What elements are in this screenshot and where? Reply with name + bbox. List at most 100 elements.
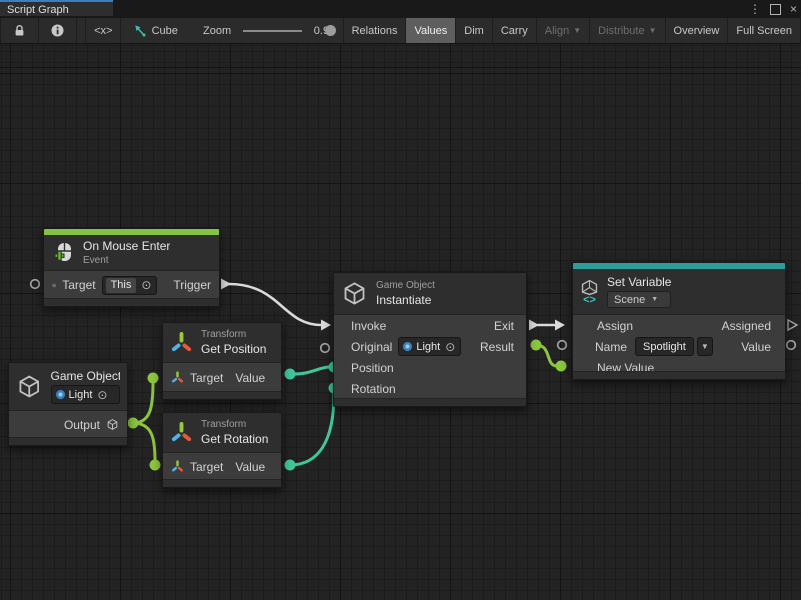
invoke-port-label: Invoke — [351, 319, 386, 333]
dim-button[interactable]: Dim — [456, 18, 493, 43]
inspect-button[interactable] — [39, 18, 77, 43]
variable-name-chip[interactable]: Spotlight — [635, 337, 694, 356]
assign-port-label: Assign — [597, 319, 633, 333]
graph-canvas[interactable]: On Mouse Enter Event Target This ⊙ Trigg… — [0, 44, 801, 600]
transform-icon — [170, 331, 193, 354]
code-preview-button[interactable]: <x> — [85, 18, 121, 43]
tab-script-graph[interactable]: Script Graph — [0, 0, 113, 16]
original-port-label: Original — [351, 340, 392, 354]
align-button[interactable]: Align▼ — [537, 18, 590, 43]
node-title: Get Position — [201, 342, 266, 356]
object-picker-icon[interactable]: ⊙ — [139, 279, 153, 291]
node-title: On Mouse Enter — [83, 239, 170, 253]
port-invoke-in[interactable] — [321, 320, 331, 331]
zoom-slider[interactable] — [243, 30, 302, 32]
fullscreen-button[interactable]: Full Screen — [728, 18, 801, 43]
close-icon[interactable]: × — [790, 0, 797, 18]
info-icon — [51, 24, 64, 37]
node-category: Transform — [201, 329, 266, 340]
carry-button[interactable]: Carry — [493, 18, 537, 43]
node-title: Game Object — [51, 369, 120, 383]
variable-name-text: Spotlight — [639, 341, 690, 353]
wire-result-to-newvalue[interactable] — [536, 345, 557, 366]
chevron-down-icon: ▼ — [651, 296, 658, 303]
port-exit-out[interactable] — [529, 320, 539, 331]
port-target-in-getposition[interactable] — [148, 373, 159, 384]
lock-button[interactable] — [0, 18, 39, 43]
lock-icon — [13, 24, 26, 37]
zoom-label: Zoom — [199, 18, 235, 43]
port-value-out-getposition[interactable] — [285, 369, 296, 380]
wire-output-to-getrotation-target[interactable] — [133, 423, 155, 461]
original-value-chip[interactable]: Light ⊙ — [398, 337, 461, 356]
maximize-icon[interactable] — [770, 4, 781, 15]
object-value-text: Light — [69, 389, 93, 401]
trigger-port-label: Trigger — [173, 278, 211, 292]
node-title: Get Rotation — [201, 432, 268, 446]
node-set-variable[interactable]: <> Set Variable Scene ▼ Assign Assigned … — [572, 262, 786, 380]
tab-strip: Script Graph ⋮ × — [0, 0, 801, 18]
wire-getposition-value-to-position[interactable] — [290, 367, 330, 374]
distribute-button[interactable]: Distribute▼ — [590, 18, 665, 43]
variable-kind-text: Scene — [614, 294, 645, 306]
node-get-rotation[interactable]: Transform Get Rotation Target Value — [162, 412, 282, 488]
node-get-position[interactable]: Transform Get Position Target Value — [162, 322, 282, 400]
node-footer — [44, 298, 219, 306]
gameobject-icon — [52, 279, 56, 292]
port-trigger-out[interactable] — [221, 279, 231, 290]
light-object-icon — [55, 389, 66, 400]
port-value-out-setvariable[interactable] — [787, 341, 796, 350]
gameobject-icon — [106, 418, 119, 431]
wire-trigger-to-invoke[interactable] — [229, 284, 321, 325]
target-port-label: Target — [190, 460, 223, 474]
wire-output-to-getposition-target[interactable] — [133, 382, 153, 423]
object-value-chip[interactable]: Light ⊙ — [51, 385, 120, 404]
variable-name-dropdown[interactable]: ▼ — [697, 337, 713, 356]
node-instantiate[interactable]: Game Object Instantiate Invoke Exit Orig… — [333, 272, 527, 407]
mouse-enter-icon — [51, 241, 75, 265]
script-graph-icon — [132, 23, 147, 38]
wire-getrotation-value-to-rotation[interactable] — [290, 394, 334, 465]
variable-kind-dropdown[interactable]: Scene ▼ — [607, 291, 671, 308]
original-value-text: Light — [416, 341, 440, 353]
menu-icon[interactable]: ⋮ — [749, 0, 761, 18]
target-value-chip[interactable]: This ⊙ — [102, 276, 158, 295]
zoom-slider-knob[interactable] — [325, 25, 336, 36]
object-picker-icon[interactable]: ⊙ — [95, 389, 109, 401]
port-newvalue-in[interactable] — [556, 361, 567, 372]
exit-port-label: Exit — [494, 319, 514, 333]
chevron-down-icon: ▼ — [649, 26, 657, 35]
port-original-in[interactable] — [321, 344, 330, 353]
value-port-label: Value — [235, 460, 265, 474]
node-footer — [163, 391, 281, 399]
graph-asset[interactable]: Cube — [128, 18, 182, 43]
values-button[interactable]: Values — [406, 18, 456, 43]
window-controls: ⋮ × — [749, 0, 797, 18]
port-assigned-out[interactable] — [788, 320, 797, 330]
port-target-in-onmouseenter[interactable] — [31, 280, 40, 289]
port-result-out[interactable] — [531, 340, 542, 351]
graph-toolbar: <x> Cube Zoom 0.9x Relations Values Dim … — [0, 18, 801, 44]
node-on-mouse-enter[interactable]: On Mouse Enter Event Target This ⊙ Trigg… — [43, 228, 220, 307]
transform-icon — [170, 421, 193, 444]
transform-icon — [171, 460, 184, 473]
target-value-text: This — [106, 278, 137, 293]
overview-button[interactable]: Overview — [666, 18, 729, 43]
port-output-out[interactable] — [128, 418, 139, 429]
port-name-in[interactable] — [558, 341, 567, 350]
object-picker-icon[interactable]: ⊙ — [443, 341, 457, 353]
gameobject-icon — [16, 373, 43, 400]
port-target-in-getrotation[interactable] — [150, 460, 161, 471]
name-port-label: Name — [595, 340, 627, 354]
relations-button[interactable]: Relations — [343, 18, 407, 43]
position-port-label: Position — [351, 361, 394, 375]
node-footer — [573, 371, 785, 379]
node-footer — [163, 479, 281, 487]
assigned-port-label: Assigned — [722, 319, 771, 333]
port-value-out-getrotation[interactable] — [285, 460, 296, 471]
value-port-label: Value — [741, 340, 771, 354]
node-game-object[interactable]: Game Object Light ⊙ Output — [8, 362, 128, 446]
code-icon: <x> — [94, 25, 112, 37]
port-assign-in[interactable] — [555, 320, 565, 331]
gameobject-icon — [341, 280, 368, 307]
